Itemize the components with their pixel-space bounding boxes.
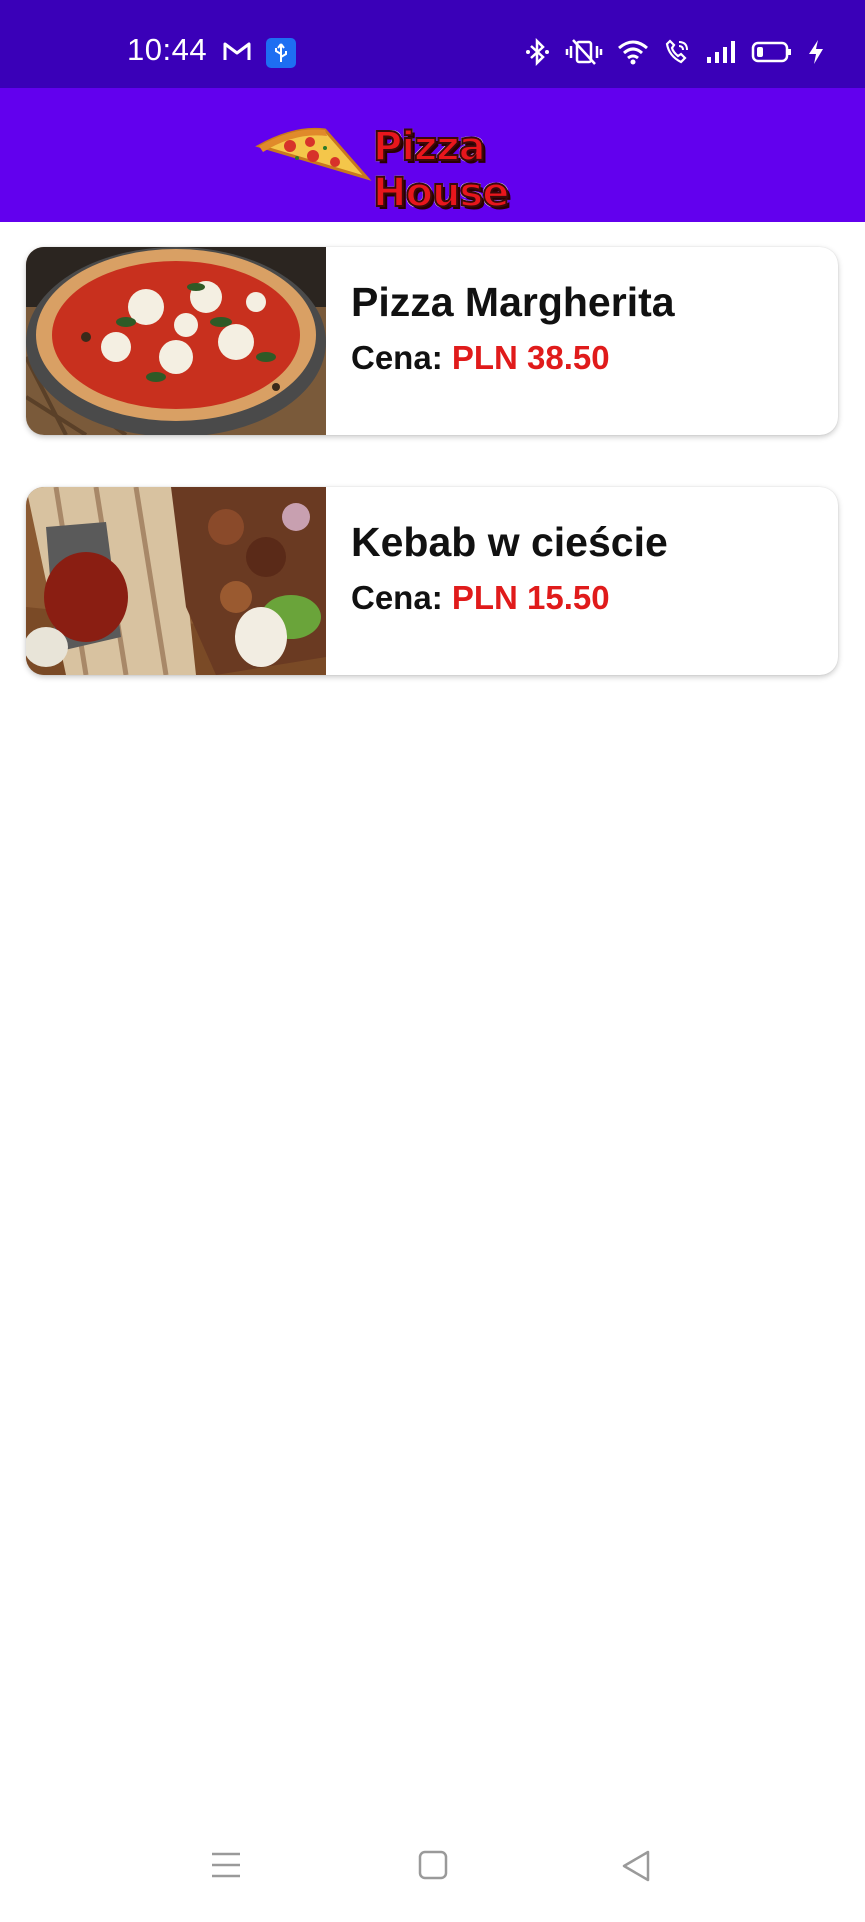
pizza-house-logo: Pizza House [255, 118, 615, 217]
charging-icon [807, 39, 825, 70]
menu-item-card[interactable]: Pizza Margherita Cena: PLN 38.50 [26, 247, 838, 435]
usb-icon [266, 38, 296, 68]
system-nav-bar [0, 1820, 865, 1922]
kebab-image [26, 487, 326, 675]
signal-icon [705, 39, 737, 70]
menu-item-price: Cena: PLN 38.50 [351, 339, 610, 377]
wifi-icon [617, 39, 649, 70]
price-value: PLN 38.50 [451, 339, 610, 376]
menu-item-name: Kebab w cieście [351, 519, 668, 565]
logo-text: Pizza House [372, 123, 510, 217]
menu-item-price: Cena: PLN 15.50 [351, 579, 610, 617]
menu-item-card[interactable]: Kebab w cieście Cena: PLN 15.50 [26, 487, 838, 675]
vibrate-icon [565, 38, 603, 71]
pizza-margherita-image [26, 247, 326, 435]
price-label: Cena: [351, 579, 443, 616]
menu-item-name: Pizza Margherita [351, 279, 675, 325]
gmail-icon [222, 39, 252, 68]
price-label: Cena: [351, 339, 443, 376]
price-value: PLN 15.50 [451, 579, 610, 616]
menu-icon[interactable] [210, 1850, 242, 1885]
pizza-slice-icon [255, 127, 372, 181]
bluetooth-icon [525, 37, 551, 71]
status-time: 10:44 [127, 32, 208, 67]
app-bar: Pizza House [0, 88, 865, 222]
home-icon[interactable] [418, 1850, 448, 1885]
status-bar: 10:44 [0, 0, 865, 88]
back-icon[interactable] [620, 1850, 652, 1887]
battery-icon [751, 40, 793, 69]
wifi-calling-icon [663, 38, 691, 71]
